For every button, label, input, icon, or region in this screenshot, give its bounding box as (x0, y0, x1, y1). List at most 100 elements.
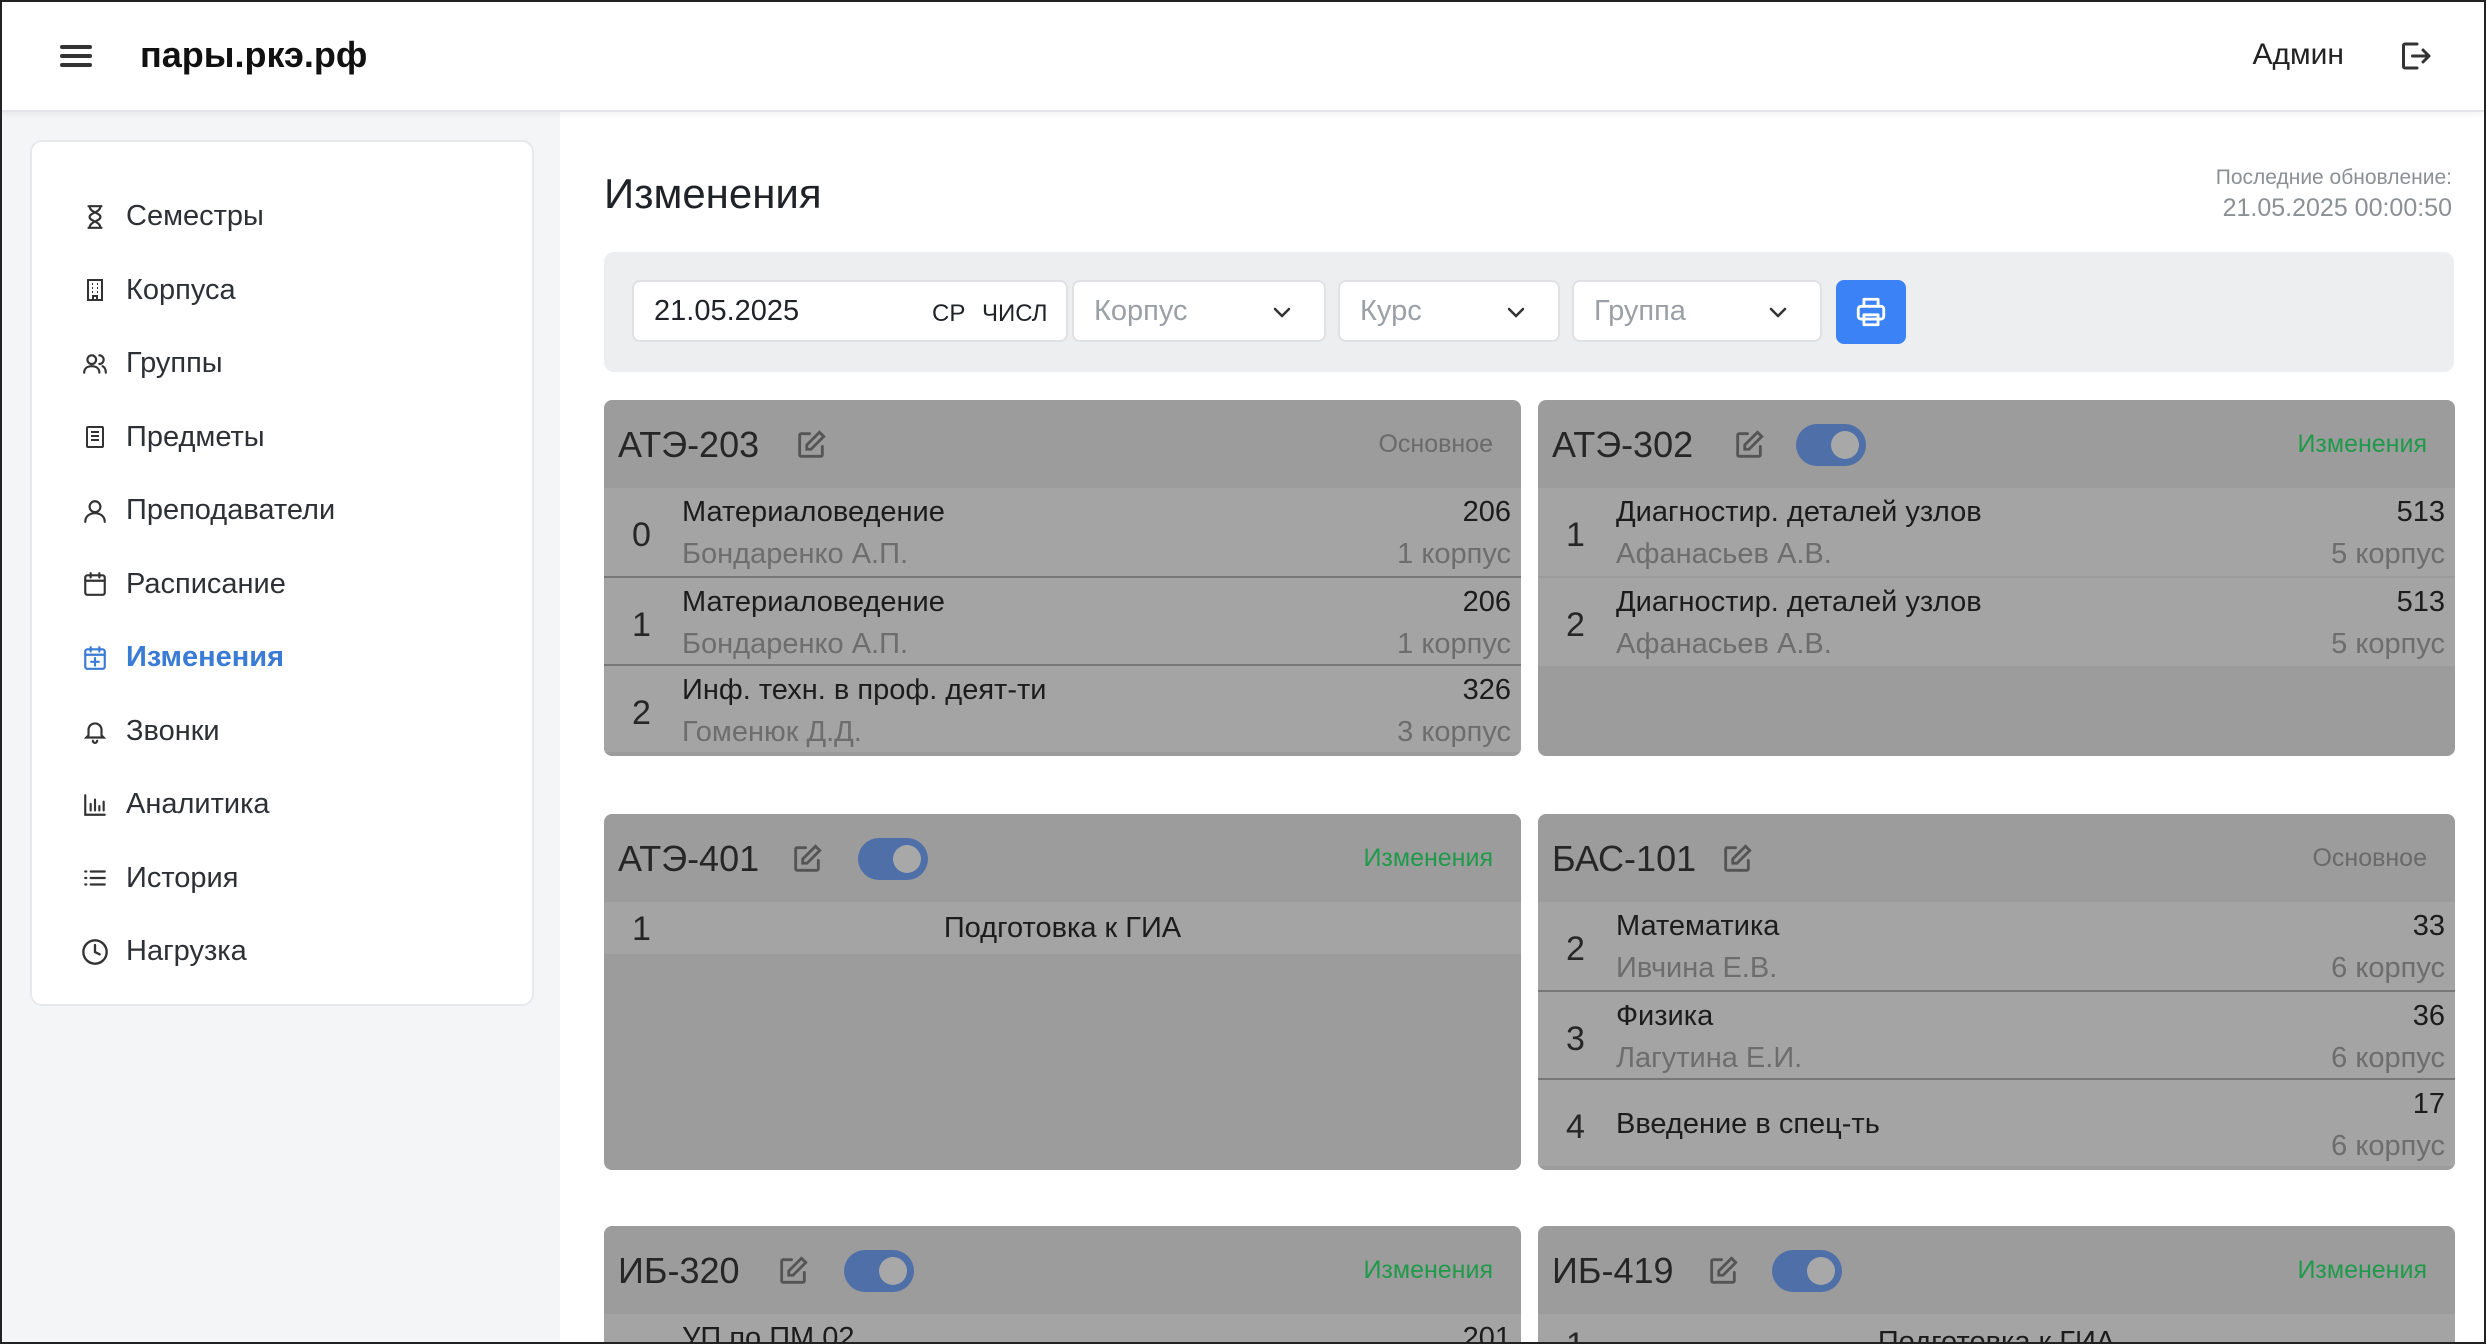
sidebar-item-teachers[interactable]: Преподаватели (32, 474, 532, 548)
logout-icon[interactable] (2396, 38, 2432, 74)
changes-toggle[interactable] (1796, 424, 1866, 466)
lesson-row: 2 Диагностир. деталей узлов Афанасьев А.… (1538, 578, 2455, 666)
lesson-row: 0 Материаловедение Бондаренко А.П. 206 1… (604, 488, 1521, 576)
edit-icon[interactable] (790, 842, 824, 876)
lesson-teacher: Ивчина Е.В. (1616, 952, 1778, 984)
group-name: АТЭ-203 (618, 424, 760, 465)
hamburger-menu-icon[interactable] (58, 40, 94, 74)
lesson-subject: Математика (1616, 910, 1780, 942)
changes-toggle[interactable] (1772, 1250, 1842, 1292)
lesson-row: 4 Введение в спец-ть 17 6 корпус (1538, 1078, 2455, 1166)
clock-icon (80, 937, 110, 967)
lesson-building: 5 корпус (2331, 628, 2445, 660)
sidebar-item-label: Нагрузка (126, 935, 247, 968)
status-badge: Изменения (1363, 1256, 1493, 1284)
lesson-building: 1 корпус (1397, 628, 1511, 660)
lesson-teacher: Афанасьев А.В. (1616, 538, 1832, 570)
sidebar-item-groups[interactable]: Группы (32, 327, 532, 401)
user-icon (80, 496, 110, 526)
lesson-room: 206 (1462, 496, 1511, 528)
card-header: АТЭ-203 Основное (604, 400, 1521, 488)
sidebar-item-label: Изменения (126, 641, 285, 674)
edit-icon[interactable] (794, 428, 828, 462)
chevron-down-icon (1507, 307, 1525, 318)
date-picker[interactable]: 21.05.2025 СР ЧИСЛ (632, 280, 1068, 342)
sidebar-item-history[interactable]: История (32, 842, 532, 916)
lesson-building: 6 корпус (2331, 952, 2445, 984)
lesson-subject: УП по ПМ.02 (682, 1322, 855, 1344)
sidebar-item-label: Расписание (126, 567, 286, 600)
course-select[interactable]: Курс (1338, 280, 1560, 342)
lesson-building: 6 корпус (2331, 1130, 2445, 1162)
group-card: ИБ-419 Изменения 1 Подготовка к ГИА (1538, 1226, 2455, 1344)
print-button[interactable] (1836, 280, 1906, 344)
chevron-down-icon (1273, 307, 1291, 318)
lesson-row: 1 Материаловедение Бондаренко А.П. 206 1… (604, 576, 1521, 664)
sidebar-item-label: Аналитика (126, 788, 270, 821)
status-badge: Основное (1378, 430, 1493, 458)
group-placeholder: Группа (1594, 294, 1686, 327)
edit-icon[interactable] (1720, 842, 1754, 876)
sidebar-item-workload[interactable]: Нагрузка (32, 915, 532, 989)
sidebar-item-label: История (126, 861, 239, 894)
group-name: БАС-101 (1552, 838, 1697, 879)
sidebar-item-label: Семестры (126, 200, 264, 233)
status-badge: Изменения (2297, 430, 2427, 458)
lesson-number: 2 (632, 694, 651, 732)
sidebar-item-semesters[interactable]: Семестры (32, 180, 532, 254)
lesson-teacher: Лагутина Е.И. (1616, 1042, 1803, 1074)
card-header: ИБ-419 Изменения (1538, 1226, 2455, 1314)
document-icon (80, 422, 110, 452)
top-header: пары.ркэ.рф Админ (2, 2, 2484, 112)
filter-bar: 21.05.2025 СР ЧИСЛ Корпус Курс Группа (604, 252, 2454, 372)
last-update-label: Последние обновление: (2215, 166, 2452, 189)
lesson-number: 4 (1566, 1108, 1585, 1146)
list-icon (80, 863, 110, 893)
sidebar-item-subjects[interactable]: Предметы (32, 401, 532, 475)
card-header: ИБ-320 Изменения (604, 1226, 1521, 1314)
building-placeholder: Корпус (1094, 294, 1188, 327)
user-name[interactable]: Админ (2253, 38, 2344, 72)
week-type-label: ЧИСЛ (982, 300, 1048, 327)
edit-icon[interactable] (1732, 428, 1766, 462)
edit-icon[interactable] (776, 1254, 810, 1288)
lesson-subject: Подготовка к ГИА (943, 912, 1182, 944)
changes-toggle[interactable] (844, 1250, 914, 1292)
sidebar-item-schedule[interactable]: Расписание (32, 548, 532, 622)
edit-icon[interactable] (1706, 1254, 1740, 1288)
lesson-number: 2 (1566, 930, 1585, 968)
lesson-number: 1 (1566, 516, 1585, 554)
lesson-room: 326 (1462, 674, 1511, 706)
group-select[interactable]: Группа (1572, 280, 1822, 342)
brand-title[interactable]: пары.ркэ.рф (140, 34, 367, 76)
calendar-icon (80, 569, 110, 599)
sidebar-item-analytics[interactable]: Аналитика (32, 768, 532, 842)
lesson-number: 0 (632, 516, 651, 554)
sidebar-item-buildings[interactable]: Корпуса (32, 254, 532, 328)
lesson-room: 513 (2396, 496, 2445, 528)
status-badge: Изменения (1363, 844, 1493, 872)
lesson-subject: Подготовка к ГИА (1877, 1326, 2116, 1344)
lesson-room: 36 (2412, 1000, 2445, 1032)
page-title: Изменения (604, 170, 822, 217)
lesson-teacher: Бондаренко А.П. (682, 538, 908, 570)
building-icon (80, 275, 110, 305)
date-value: 21.05.2025 (654, 294, 800, 327)
group-name: ИБ-320 (618, 1250, 740, 1291)
card-header: АТЭ-401 Изменения (604, 814, 1521, 902)
lesson-teacher: Гоменюк Д.Д. (682, 716, 862, 748)
sidebar-item-changes[interactable]: Изменения (32, 621, 532, 695)
lesson-subject: Инф. техн. в проф. деят-ти (682, 674, 1047, 706)
lesson-row: 2 Инф. техн. в проф. деят-ти Гоменюк Д.Д… (604, 664, 1521, 752)
lesson-subject: Введение в спец-ть (1616, 1108, 1880, 1140)
changes-toggle[interactable] (858, 838, 928, 880)
lesson-subject: Физика (1616, 1000, 1714, 1032)
lesson-row: 2 Математика Ивчина Е.В. 33 6 корпус (1538, 902, 2455, 990)
sidebar: Семестры Корпуса Группы Предметы Препода… (30, 140, 534, 1006)
sidebar-item-bells[interactable]: Звонки (32, 695, 532, 769)
group-card: АТЭ-302 Изменения 1 Диагностир. деталей … (1538, 400, 2455, 756)
group-name: ИБ-419 (1552, 1250, 1674, 1291)
building-select[interactable]: Корпус (1072, 280, 1326, 342)
lesson-number: 1 (632, 606, 651, 644)
lesson-row: 3 Физика Лагутина Е.И. 36 6 корпус (1538, 990, 2455, 1078)
